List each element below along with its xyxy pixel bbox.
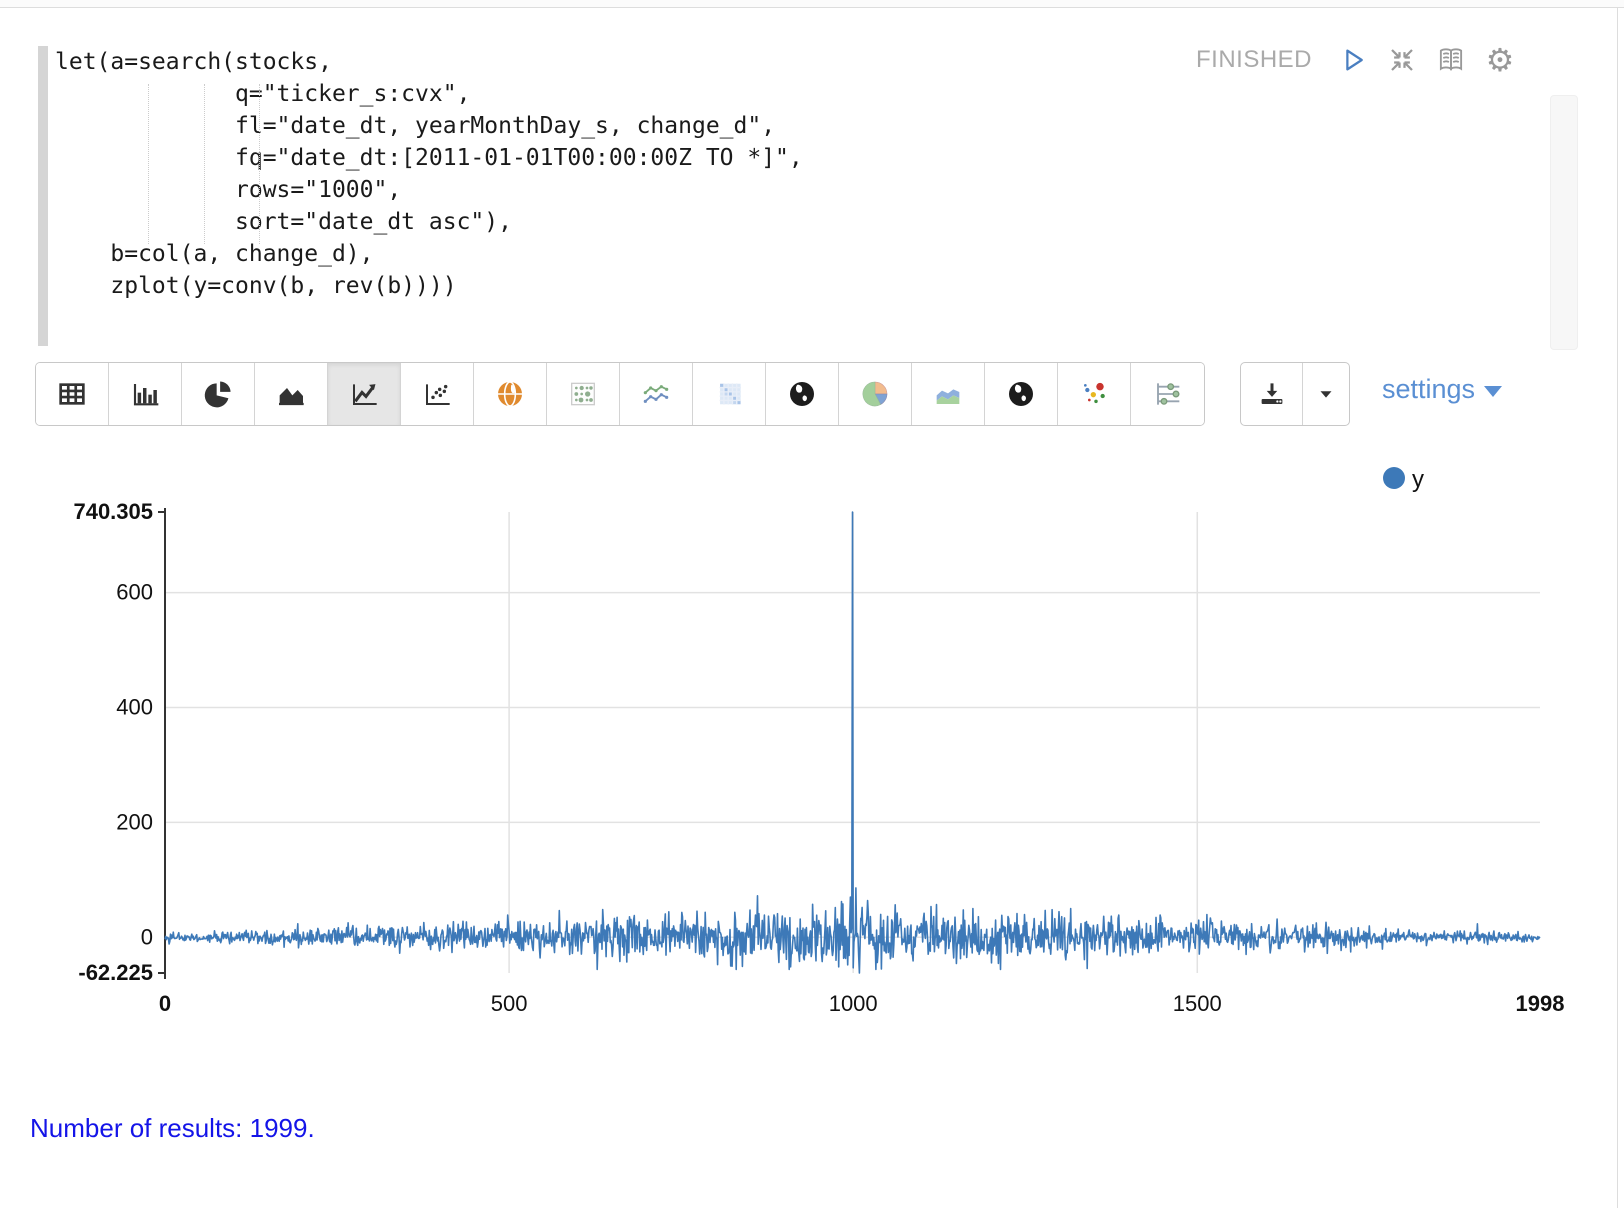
paragraph-controls: FINISHED ⚙ [1196, 44, 1516, 76]
indent-guide [148, 84, 149, 244]
paragraph-settings-button[interactable]: ⚙ [1484, 44, 1516, 76]
page-top-border [0, 0, 1624, 8]
heatmap-icon [713, 378, 745, 410]
chart-type-scatter-color-button[interactable] [1058, 363, 1131, 425]
status-badge: FINISHED [1196, 46, 1312, 74]
settings-label: settings [1382, 374, 1475, 405]
svg-text:400: 400 [116, 694, 153, 719]
run-button[interactable] [1337, 44, 1369, 76]
svg-text:1500: 1500 [1173, 991, 1222, 1016]
chart-type-globe-black-button[interactable] [766, 363, 839, 425]
scatter-chart-icon [421, 378, 453, 410]
chart-type-scatter-chart-button[interactable] [401, 363, 474, 425]
bar-chart-icon [129, 378, 161, 410]
chart-type-line-chart-button[interactable] [328, 363, 401, 425]
chart-type-area-chart-button[interactable] [255, 363, 328, 425]
code-text[interactable]: let(a=search(stocks, q="ticker_s:cvx", f… [55, 46, 803, 302]
multi-line-icon [640, 378, 672, 410]
chart-type-area-pastel-button[interactable] [912, 363, 985, 425]
editor-gutter-bar [38, 46, 48, 346]
chart-type-bar [35, 362, 1205, 426]
collapse-editor-button[interactable] [1386, 44, 1418, 76]
globe-orange-icon [494, 378, 526, 410]
svg-text:-62.225: -62.225 [78, 960, 153, 985]
zeppelin-paragraph: let(a=search(stocks, q="ticker_s:cvx", f… [0, 0, 1624, 1208]
collapse-icon [1387, 45, 1417, 75]
caret-down-icon [1315, 383, 1337, 405]
table-icon [56, 378, 88, 410]
pie-pastel-icon [859, 378, 891, 410]
sliders-icon [1152, 378, 1184, 410]
results-count-text: Number of results: 1999. [30, 1113, 315, 1144]
svg-text:200: 200 [116, 809, 153, 834]
visualization-toolbar: settings [35, 362, 1589, 426]
chart-type-multi-line-button[interactable] [620, 363, 693, 425]
chart-type-globe-orange-button[interactable] [474, 363, 547, 425]
svg-text:0: 0 [141, 924, 153, 949]
play-icon [1338, 45, 1368, 75]
chart-type-pie-chart-button[interactable] [182, 363, 255, 425]
editor-scrollbar[interactable] [1550, 95, 1578, 350]
download-button-group [1240, 362, 1350, 426]
globe-black-icon [786, 378, 818, 410]
svg-text:1998: 1998 [1516, 991, 1565, 1016]
show-editor-button[interactable] [1435, 44, 1467, 76]
chart-canvas[interactable]: -62.2250200400600740.3050500100015001998… [0, 450, 1624, 1050]
svg-text:0: 0 [159, 991, 171, 1016]
svg-text:740.305: 740.305 [73, 499, 153, 524]
chart-type-table-button[interactable] [36, 363, 109, 425]
download-button[interactable] [1241, 363, 1303, 425]
scatter-color-icon [1078, 378, 1110, 410]
line-chart-icon [348, 378, 380, 410]
pie-chart-icon [202, 378, 234, 410]
indent-guide [259, 84, 260, 244]
legend-marker [1383, 467, 1405, 489]
chart-type-heatmap-button[interactable] [693, 363, 766, 425]
svg-text:500: 500 [491, 991, 528, 1016]
book-icon [1435, 44, 1467, 76]
area-pastel-icon [932, 378, 964, 410]
legend-label: y [1412, 466, 1424, 493]
settings-link[interactable]: settings [1382, 374, 1502, 405]
svg-text:600: 600 [116, 580, 153, 605]
settings-caret-icon [1484, 386, 1502, 397]
svg-text:1000: 1000 [829, 991, 878, 1016]
download-options-button[interactable] [1303, 363, 1349, 425]
globe-black-icon [1005, 378, 1037, 410]
line-chart: -62.2250200400600740.3050500100015001998… [0, 450, 1624, 1050]
chart-type-sliders-button[interactable] [1131, 363, 1204, 425]
indent-guide [204, 84, 205, 244]
dot-grid-icon [567, 378, 599, 410]
chart-type-globe-black-2-button[interactable] [985, 363, 1058, 425]
chart-type-bar-chart-button[interactable] [109, 363, 182, 425]
download-icon [1257, 379, 1287, 409]
area-chart-icon [275, 378, 307, 410]
code-editor[interactable]: let(a=search(stocks, q="ticker_s:cvx", f… [38, 40, 1583, 352]
chart-type-dot-grid-button[interactable] [547, 363, 620, 425]
gear-icon: ⚙ [1486, 44, 1515, 76]
chart-type-pie-pastel-button[interactable] [839, 363, 912, 425]
